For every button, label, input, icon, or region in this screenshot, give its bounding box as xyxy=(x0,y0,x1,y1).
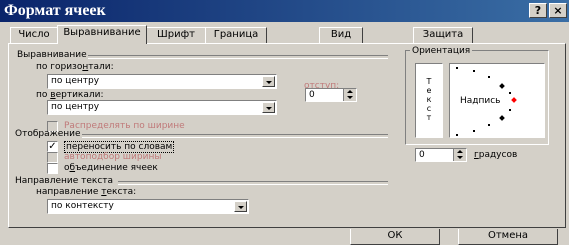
tab-border[interactable]: Граница xyxy=(205,27,267,43)
inscription-label: Надпись xyxy=(460,96,501,106)
direction-select-value: по контексту xyxy=(51,201,114,211)
dial-dot xyxy=(456,67,458,69)
tab-protection[interactable]: Защита xyxy=(413,27,473,43)
close-button[interactable]: × xyxy=(549,3,567,18)
direction-divider xyxy=(118,181,388,185)
dial-pointer[interactable] xyxy=(511,97,517,103)
direction-label: направление текста: xyxy=(36,187,137,197)
help-button[interactable]: ? xyxy=(529,3,547,18)
merge-cells-label: объединение ячеек xyxy=(64,163,158,173)
orientation-dial[interactable]: Надпись xyxy=(449,63,545,138)
indent-value: 0 xyxy=(309,90,315,100)
dial-marker xyxy=(499,83,505,89)
alignment-section-label: Выравнивание xyxy=(17,50,87,60)
dial-dot xyxy=(473,130,475,132)
dial-dot xyxy=(488,124,490,126)
autofit-label: автоподбор ширины xyxy=(64,152,162,162)
chevron-down-icon[interactable] xyxy=(262,76,275,87)
title-bar: Формат ячеек ? × xyxy=(0,0,569,22)
spinner-buttons[interactable] xyxy=(343,89,356,101)
dial-dot xyxy=(509,109,511,111)
vertical-label: по вертикали: xyxy=(36,90,104,100)
degrees-value: 0 xyxy=(419,150,425,160)
display-section-label: Отображение xyxy=(15,129,81,139)
direction-select[interactable]: по контексту xyxy=(47,199,249,214)
merge-cells-checkbox[interactable] xyxy=(47,163,58,174)
display-divider xyxy=(82,134,388,138)
tab-view[interactable]: Вид xyxy=(319,27,363,43)
window-title: Формат ячеек xyxy=(4,2,106,19)
horizontal-label: по горизонтали: xyxy=(36,62,114,72)
chevron-down-icon[interactable] xyxy=(234,201,247,212)
vertical-select[interactable]: по центру xyxy=(47,100,277,115)
vertical-text: Т е к с т xyxy=(426,77,432,122)
spin-up-icon[interactable] xyxy=(347,90,353,93)
tab-alignment[interactable]: Выравнивание xyxy=(57,25,147,44)
vertical-text-box[interactable]: Т е к с т xyxy=(415,63,443,138)
chevron-down-icon[interactable] xyxy=(262,102,275,113)
degrees-label: градусов xyxy=(474,150,518,160)
dial-dot xyxy=(509,92,511,94)
dial-dot xyxy=(456,134,458,136)
dial-dot xyxy=(473,70,475,72)
tab-number[interactable]: Число xyxy=(10,27,58,43)
spinner-buttons[interactable] xyxy=(453,149,466,161)
alignment-divider xyxy=(88,55,388,59)
horizontal-select[interactable]: по центру xyxy=(47,74,277,89)
spin-down-icon[interactable] xyxy=(457,156,463,159)
direction-section-label: Направление текста xyxy=(15,176,114,186)
autofit-checkbox[interactable] xyxy=(47,152,58,163)
spin-down-icon[interactable] xyxy=(347,96,353,99)
orientation-label: Ориентация xyxy=(410,46,473,56)
indent-spinner[interactable]: 0 xyxy=(305,88,357,102)
wrap-text-checkbox[interactable]: ✓ xyxy=(47,141,58,152)
tab-font[interactable]: Шрифт xyxy=(146,27,206,43)
vertical-select-value: по центру xyxy=(51,102,100,112)
distribute-label: Распределять по ширине xyxy=(64,121,185,131)
dial-dot xyxy=(488,76,490,78)
horizontal-select-value: по центру xyxy=(51,76,100,86)
degrees-spinner[interactable]: 0 xyxy=(415,148,467,162)
spin-up-icon[interactable] xyxy=(457,150,463,153)
dial-marker xyxy=(499,115,505,121)
